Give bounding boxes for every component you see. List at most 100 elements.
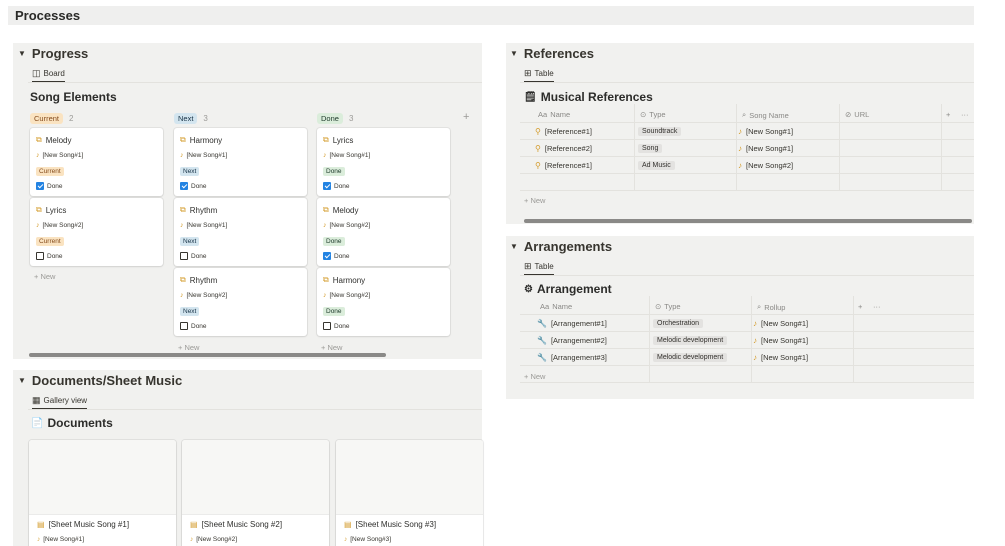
table-cell-name[interactable]: 🔧 [Arrangement#3] xyxy=(537,353,607,362)
checkbox[interactable] xyxy=(323,322,331,330)
column-header[interactable]: ⌕ Song Name xyxy=(742,110,789,120)
done-checkbox-row[interactable]: Done xyxy=(180,322,207,330)
documents-heading[interactable]: ▼ Documents/Sheet Music xyxy=(18,373,182,388)
card-song-relation[interactable]: ♪ [New Song#1] xyxy=(180,222,227,229)
references-heading[interactable]: ▼ References xyxy=(510,46,594,61)
table-cell-name[interactable]: ⚲ [Reference#1] xyxy=(535,127,592,136)
checkbox[interactable] xyxy=(323,182,331,190)
table-cell-name[interactable]: 🔧 [Arrangement#1] xyxy=(537,319,607,328)
table-cell-type[interactable]: Song xyxy=(638,144,663,153)
board-column-header[interactable]: Next 3 xyxy=(174,113,208,124)
add-column-button[interactable]: + xyxy=(946,110,950,119)
checkbox[interactable] xyxy=(180,252,188,260)
gallery-card[interactable]: ▤ [Sheet Music Song #1] ♪ [New Song#1] xyxy=(29,440,176,546)
add-group-button[interactable]: + xyxy=(463,111,469,123)
table-cell-name[interactable]: ⚲ [Reference#2] xyxy=(535,144,592,153)
table-cell-name[interactable]: 🔧 [Arrangement#2] xyxy=(537,336,607,345)
table-cell-song[interactable]: ♪ [New Song#1] xyxy=(753,336,808,345)
card-song-relation[interactable]: ♪ [New Song#1] xyxy=(36,152,83,159)
database-title[interactable]: 🗒 Musical References xyxy=(524,90,653,104)
gallery-card-song[interactable]: ♪ [New Song#3] xyxy=(344,536,391,543)
column-header[interactable]: ⊘ URL xyxy=(845,110,869,119)
board-card[interactable]: ⧉ Rhythm ♪ [New Song#2] Next Done xyxy=(174,268,307,336)
done-checkbox-row[interactable]: Done xyxy=(36,252,63,260)
more-options-button[interactable]: ··· xyxy=(873,302,881,311)
done-checkbox-row[interactable]: Done xyxy=(323,182,350,190)
database-title[interactable]: 📄 Documents xyxy=(31,416,113,430)
add-column-button[interactable]: + xyxy=(858,302,862,311)
board-card[interactable]: ⧉ Melody ♪ [New Song#2] Done Done xyxy=(317,198,450,266)
board-card[interactable]: ⧉ Rhythm ♪ [New Song#1] Next Done xyxy=(174,198,307,266)
column-divider xyxy=(736,104,737,190)
column-header[interactable]: Aa Name xyxy=(540,302,572,311)
table-row-divider xyxy=(520,122,974,123)
gallery-card[interactable]: ▤ [Sheet Music Song #2] ♪ [New Song#2] xyxy=(182,440,329,546)
database-title[interactable]: ⚙ Arrangement xyxy=(524,282,612,296)
done-checkbox-row[interactable]: Done xyxy=(180,182,207,190)
column-header[interactable]: ⊙ Type xyxy=(640,110,666,119)
wrench-icon: 🔧 xyxy=(537,353,547,362)
tab-board[interactable]: ◫ Board xyxy=(32,69,65,82)
new-row-button[interactable]: + New xyxy=(524,196,545,205)
gallery-card-song[interactable]: ♪ [New Song#2] xyxy=(190,536,237,543)
card-song-relation[interactable]: ♪ [New Song#2] xyxy=(36,222,83,229)
database-title[interactable]: Song Elements xyxy=(30,90,117,104)
tab-table[interactable]: ⊞ Table xyxy=(524,262,554,275)
done-checkbox-row[interactable]: Done xyxy=(36,182,63,190)
table-cell-song[interactable]: ♪ [New Song#1] xyxy=(738,127,793,136)
horizontal-scrollbar[interactable] xyxy=(524,219,972,223)
arrangements-heading[interactable]: ▼ Arrangements xyxy=(510,239,612,254)
progress-heading[interactable]: ▼ Progress xyxy=(18,46,88,61)
table-cell-song[interactable]: ♪ [New Song#1] xyxy=(753,319,808,328)
column-header[interactable]: ⌕ Rollup xyxy=(757,302,785,312)
table-cell-song[interactable]: ♪ [New Song#1] xyxy=(753,353,808,362)
table-cell-type[interactable]: Soundtrack xyxy=(638,127,682,136)
new-card-button[interactable]: + New xyxy=(34,272,55,281)
done-checkbox-row[interactable]: Done xyxy=(323,252,350,260)
board-card[interactable]: ⧉ Harmony ♪ [New Song#1] Next Done xyxy=(174,128,307,196)
checkbox[interactable] xyxy=(36,252,44,260)
card-song-relation[interactable]: ♪ [New Song#2] xyxy=(180,292,227,299)
new-card-button[interactable]: + New xyxy=(178,343,199,352)
done-checkbox-row[interactable]: Done xyxy=(180,252,207,260)
card-song-relation[interactable]: ♪ [New Song#2] xyxy=(323,292,370,299)
toggle-triangle-icon[interactable]: ▼ xyxy=(18,49,26,58)
done-checkbox-row[interactable]: Done xyxy=(323,322,350,330)
table-cell-type[interactable]: Orchestration xyxy=(653,319,704,328)
table-cell-type[interactable]: Melodic development xyxy=(653,336,728,345)
board-column-header[interactable]: Done 3 xyxy=(317,113,353,124)
new-card-button[interactable]: + New xyxy=(321,343,342,352)
table-cell-type[interactable]: Melodic development xyxy=(653,353,728,362)
toggle-triangle-icon[interactable]: ▼ xyxy=(510,242,518,251)
table-cell-name[interactable]: ⚲ [Reference#1] xyxy=(535,161,592,170)
board-card[interactable]: ⧉ Harmony ♪ [New Song#2] Done Done xyxy=(317,268,450,336)
checkbox[interactable] xyxy=(180,182,188,190)
gallery-card-title-text: [Sheet Music Song #2] xyxy=(201,520,283,529)
checkbox[interactable] xyxy=(36,182,44,190)
gallery-card[interactable]: ▤ [Sheet Music Song #3] ♪ [New Song#3] xyxy=(336,440,483,546)
new-row-button[interactable]: + New xyxy=(524,372,545,381)
gallery-card-song[interactable]: ♪ [New Song#1] xyxy=(37,536,84,543)
checkbox[interactable] xyxy=(323,252,331,260)
column-header[interactable]: ⊙ Type xyxy=(655,302,681,311)
card-song-relation[interactable]: ♪ [New Song#2] xyxy=(323,222,370,229)
table-row-divider xyxy=(520,331,974,332)
toggle-triangle-icon[interactable]: ▼ xyxy=(18,376,26,385)
board-column-header[interactable]: Current 2 xyxy=(30,113,73,124)
table-cell-song[interactable]: ♪ [New Song#2] xyxy=(738,161,793,170)
toggle-triangle-icon[interactable]: ▼ xyxy=(510,49,518,58)
column-header[interactable]: Aa Name xyxy=(538,110,570,119)
card-song-relation[interactable]: ♪ [New Song#1] xyxy=(323,152,370,159)
checkbox[interactable] xyxy=(180,322,188,330)
board-card[interactable]: ⧉ Lyrics ♪ [New Song#2] Current Done xyxy=(30,198,163,266)
tab-table[interactable]: ⊞ Table xyxy=(524,69,554,82)
table-cell-song[interactable]: ♪ [New Song#1] xyxy=(738,144,793,153)
card-song-relation[interactable]: ♪ [New Song#1] xyxy=(180,152,227,159)
card-title: ⧉ Rhythm xyxy=(180,205,217,215)
board-card[interactable]: ⧉ Lyrics ♪ [New Song#1] Done Done xyxy=(317,128,450,196)
board-card[interactable]: ⧉ Melody ♪ [New Song#1] Current Done xyxy=(30,128,163,196)
horizontal-scrollbar[interactable] xyxy=(29,353,386,357)
tab-gallery-view[interactable]: ▦ Gallery view xyxy=(32,396,88,409)
table-cell-type[interactable]: Ad Music xyxy=(638,161,675,170)
more-options-button[interactable]: ··· xyxy=(961,110,969,119)
